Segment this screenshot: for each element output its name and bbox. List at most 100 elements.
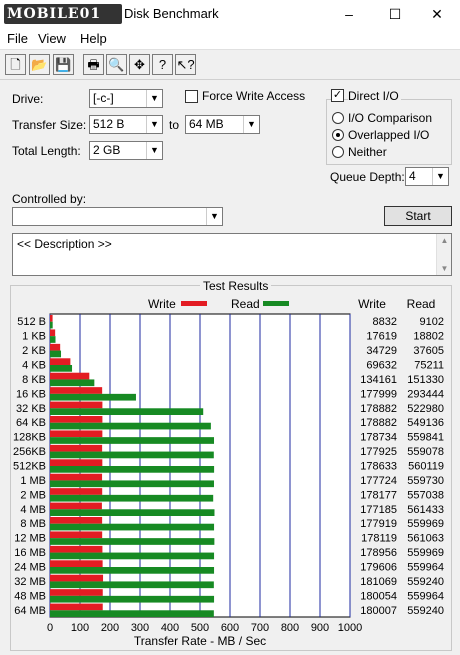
- legend-write-swatch: [181, 301, 207, 306]
- read-value: 293444: [407, 388, 444, 400]
- write-value: 178633: [360, 461, 397, 473]
- write-value: 178882: [360, 417, 397, 429]
- read-bar: [50, 408, 204, 415]
- scroll-down-icon[interactable]: ▼: [437, 264, 452, 273]
- write-bar: [50, 574, 104, 582]
- controlled-by-select[interactable]: ▼: [12, 207, 223, 226]
- transfer-from-select[interactable]: 512 B ▼: [89, 115, 163, 134]
- write-value: 134161: [360, 374, 397, 386]
- transfer-to-value: 64 MB: [189, 117, 224, 131]
- write-bar: [50, 329, 56, 337]
- read-value: 559964: [407, 562, 444, 574]
- io-comparison-label[interactable]: I/O Comparison: [348, 111, 432, 125]
- read-bar: [50, 480, 214, 488]
- read-bar: [50, 451, 214, 459]
- category-label: 16 MB: [14, 547, 46, 559]
- print-icon[interactable]: 🖶: [83, 54, 104, 75]
- new-file-icon[interactable]: 🗋: [5, 54, 26, 75]
- logo: MOBILE01: [4, 4, 122, 24]
- overlapped-io-radio[interactable]: [332, 129, 344, 141]
- total-length-select[interactable]: 2 GB ▼: [89, 141, 163, 160]
- benchmark-chart: 0 100 200 300 400 500 600 700 800 900 1000 512 B 883…: [13, 297, 444, 648]
- transfer-to-select[interactable]: 64 MB ▼: [185, 115, 260, 134]
- maximize-button[interactable]: ☐: [372, 0, 418, 28]
- drive-select[interactable]: [-c-] ▼: [89, 89, 163, 108]
- write-bar: [50, 545, 103, 553]
- category-label: 256KB: [13, 446, 46, 458]
- category-label: 4 MB: [20, 504, 46, 516]
- force-write-label[interactable]: Force Write Access: [202, 89, 305, 103]
- queue-depth-label: Queue Depth:: [330, 170, 405, 184]
- write-value: 178177: [360, 489, 397, 501]
- category-label: 128KB: [13, 432, 46, 444]
- read-value: 557038: [407, 489, 444, 501]
- category-label: 2 MB: [20, 489, 46, 501]
- write-value: 180054: [360, 590, 397, 602]
- menu-file[interactable]: File: [7, 31, 28, 46]
- save-icon[interactable]: 💾: [53, 54, 74, 75]
- neither-label[interactable]: Neither: [348, 145, 387, 159]
- open-folder-icon[interactable]: 📂: [29, 54, 50, 75]
- write-column-header: Write: [358, 297, 386, 311]
- chevron-down-icon[interactable]: ▼: [146, 90, 162, 107]
- description-box[interactable]: << Description >> ▲ ▼: [12, 233, 452, 276]
- context-help-icon[interactable]: ↖?: [175, 54, 196, 75]
- x-tick-label: 0: [47, 622, 53, 634]
- drive-label: Drive:: [12, 92, 44, 106]
- read-value: 549136: [407, 417, 444, 429]
- read-bar: [50, 581, 214, 589]
- write-bar: [50, 517, 103, 524]
- read-bar: [50, 365, 73, 372]
- chevron-down-icon[interactable]: ▼: [146, 116, 162, 133]
- write-value: 178119: [361, 533, 397, 545]
- write-bar: [50, 372, 90, 380]
- minimize-button[interactable]: –: [326, 0, 372, 28]
- direct-io-checkbox[interactable]: ✓: [331, 89, 344, 102]
- title-bar: MOBILE01 Disk Benchmark – ☐ ✕: [0, 0, 460, 28]
- category-label: 64 KB: [16, 417, 46, 429]
- chevron-down-icon[interactable]: ▼: [243, 116, 259, 133]
- io-comparison-radio[interactable]: [332, 112, 344, 124]
- chevron-down-icon[interactable]: ▼: [146, 142, 162, 159]
- force-write-checkbox[interactable]: [185, 90, 198, 103]
- description-text: << Description >>: [17, 237, 112, 251]
- category-label: 16 KB: [16, 388, 46, 400]
- read-bar: [50, 595, 215, 603]
- help-icon[interactable]: ?: [152, 54, 173, 75]
- read-value: 559730: [407, 475, 444, 487]
- read-bar: [50, 336, 56, 343]
- menu-view[interactable]: View: [38, 31, 66, 46]
- queue-depth-select[interactable]: 4 ▼: [405, 167, 449, 186]
- chevron-down-icon[interactable]: ▼: [206, 208, 222, 225]
- write-value: 178882: [360, 403, 397, 415]
- move-icon[interactable]: ✥: [129, 54, 150, 75]
- read-bar: [50, 422, 211, 430]
- write-bar: [50, 444, 103, 452]
- direct-io-label[interactable]: Direct I/O: [348, 89, 401, 103]
- x-tick-label: 700: [251, 622, 269, 634]
- neither-radio[interactable]: [332, 146, 344, 158]
- close-button[interactable]: ✕: [414, 0, 460, 28]
- chevron-down-icon[interactable]: ▼: [432, 168, 448, 185]
- x-tick-label: 500: [191, 622, 209, 634]
- read-bar: [50, 523, 215, 531]
- read-value: 560119: [408, 461, 444, 473]
- legend-read-swatch: [263, 301, 289, 306]
- category-label: 48 MB: [14, 590, 46, 602]
- write-value: 177999: [360, 388, 397, 400]
- read-value: 522980: [407, 403, 444, 415]
- read-bar: [50, 379, 95, 387]
- category-label: 32 MB: [14, 576, 46, 588]
- write-value: 180007: [360, 605, 397, 617]
- read-value: 561063: [407, 533, 444, 545]
- read-bar: [50, 509, 215, 516]
- scroll-up-icon[interactable]: ▲: [437, 236, 452, 245]
- print-preview-icon[interactable]: 🔍: [106, 54, 127, 75]
- overlapped-io-label[interactable]: Overlapped I/O: [348, 128, 429, 142]
- description-scrollbar[interactable]: ▲ ▼: [436, 234, 451, 275]
- menu-help[interactable]: Help: [80, 31, 107, 46]
- x-tick-label: 900: [311, 622, 329, 634]
- read-value: 18802: [413, 331, 444, 343]
- category-label: 512KB: [13, 461, 46, 473]
- start-button[interactable]: Start: [384, 206, 452, 226]
